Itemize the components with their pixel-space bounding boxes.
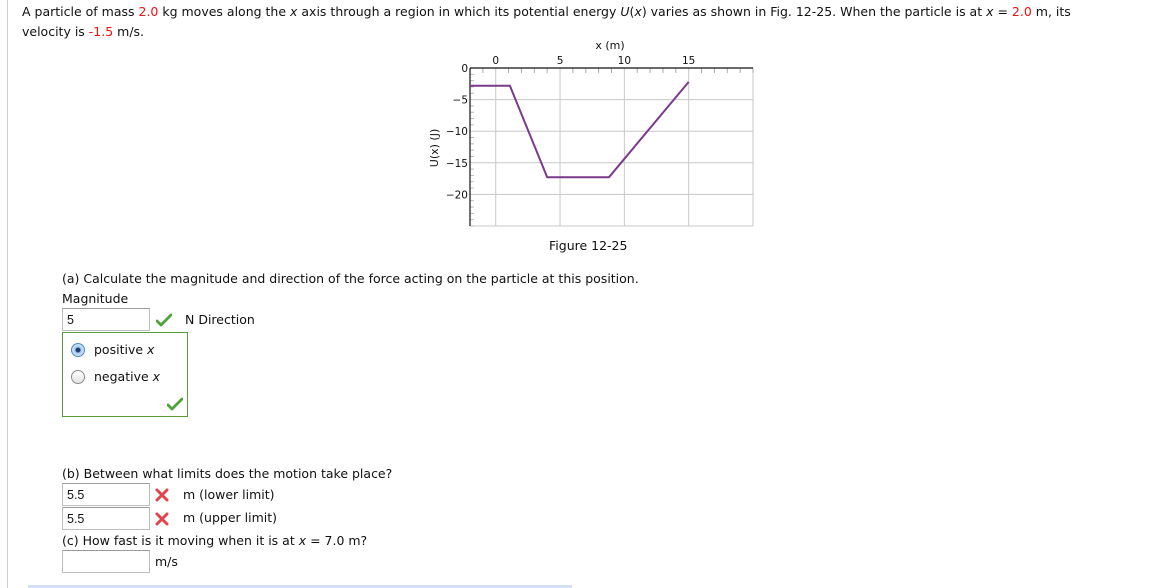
figure-caption: Figure 12-25 [549, 238, 628, 253]
x-tick-label: 0 [492, 55, 499, 67]
upper-limit-incorrect-x-icon [155, 512, 169, 526]
unit-direction-label: N Direction [185, 312, 255, 327]
magnitude-correct-check-icon [156, 313, 172, 327]
upper-limit-input[interactable] [62, 507, 150, 530]
y-tick-label: −20 [446, 189, 468, 201]
y-tick-label: −15 [446, 158, 468, 170]
position-value: 2.0 [1011, 4, 1032, 19]
radio-negative-x[interactable] [71, 370, 85, 384]
radio-negative-x-label[interactable]: negative x [94, 369, 160, 385]
part-b-question: (b) Between what limits does the motion … [62, 466, 393, 481]
potential-energy-chart: 0 5 10 15 0 −5 −10 −15 −20 x (m) U(x) (J) [428, 39, 754, 227]
x-axis-label: x (m) [595, 39, 624, 52]
direction-radio-group: positive x negative x [62, 332, 188, 417]
upper-limit-label: m (upper limit) [183, 510, 277, 525]
y-tick-label: −5 [453, 95, 468, 107]
speed-unit-label: m/s [155, 554, 178, 569]
velocity-value: -1.5 [88, 23, 114, 39]
x-tick-labels: 0 5 10 15 [492, 55, 695, 67]
problem-statement: A particle of mass 2.0 kg moves along th… [22, 2, 1071, 41]
part-a-question: (a) Calculate the magnitude and directio… [62, 271, 639, 286]
x-tick-label: 10 [618, 55, 631, 67]
y-axis-label: U(x) (J) [428, 129, 441, 167]
part-c-question: (c) How fast is it moving when it is at … [62, 533, 368, 548]
x-tick-label: 5 [557, 55, 564, 67]
speed-input[interactable] [62, 550, 150, 573]
lower-limit-input[interactable] [62, 483, 150, 506]
mass-value: 2.0 [138, 4, 159, 19]
radio-positive-x-label[interactable]: positive x [94, 342, 154, 358]
radio-positive-x[interactable] [71, 343, 85, 357]
lower-limit-incorrect-x-icon [155, 488, 169, 502]
y-tick-label: −10 [446, 126, 468, 138]
y-tick-label: 0 [461, 63, 468, 75]
x-tick-label: 15 [682, 55, 695, 67]
y-tick-labels: 0 −5 −10 −15 −20 [446, 63, 468, 201]
lower-limit-label: m (lower limit) [183, 487, 275, 502]
direction-correct-check-icon [167, 397, 183, 411]
magnitude-input[interactable] [62, 308, 150, 331]
magnitude-label: Magnitude [62, 291, 129, 306]
page-left-border [7, 0, 8, 588]
problem-line-1: A particle of mass 2.0 kg moves along th… [22, 4, 1071, 19]
